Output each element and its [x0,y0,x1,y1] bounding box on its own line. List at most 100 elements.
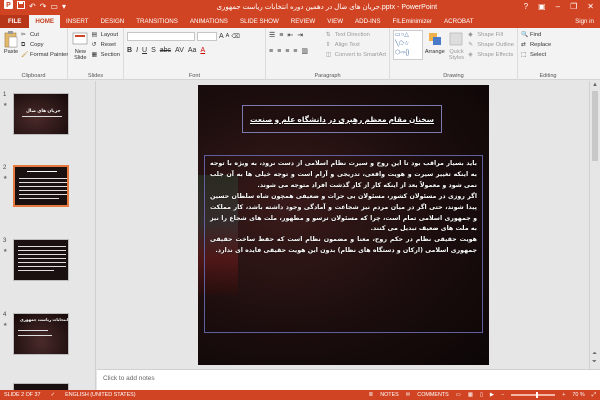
quick-styles-button[interactable]: Quick Styles [447,30,467,61]
close-button[interactable]: ✕ [587,2,594,11]
strikethrough-icon[interactable]: abc [160,47,171,54]
tab-add-ins[interactable]: ADD-INS [349,15,386,28]
notes-pane[interactable]: Click to add notes [97,369,600,390]
find-icon: 🔍 [521,31,529,38]
font-color-icon[interactable]: A [200,47,205,54]
align-left-icon[interactable]: ≡ [269,48,273,55]
ribbon-options-icon[interactable]: ▣ [538,2,546,11]
start-slideshow-icon[interactable]: ▭ [50,0,58,13]
replace-button[interactable]: ⇄ Replace [521,40,575,50]
tab-fileminimizer[interactable]: FILEminimizer [387,15,439,28]
text-direction-button[interactable]: ⇅ Text Direction [326,30,386,40]
new-slide-button[interactable]: New Slide [71,30,90,61]
slide-thumbnails-panel[interactable]: 1 ★ جریان های ضال 2 ★ 3 ★ 4 ★ انتخابات ر… [0,81,96,390]
slides-group: New Slide ▤ Layout ↺ Reset ▦ Section Slides [68,28,124,80]
tab-view[interactable]: VIEW [321,15,349,28]
comments-icon[interactable]: ✉ [406,392,411,398]
convert-smartart-button[interactable]: ◫ Convert to SmartArt [326,50,386,60]
fit-slide-icon[interactable]: ⤢ [592,392,596,399]
shapes-gallery[interactable]: ▭○△ ╲⬠☆ ⬡⇨{} [393,30,423,60]
tab-file[interactable]: FILE [0,15,30,28]
slide-title-placeholder[interactable]: سخنان مقام معظم رهبری در دانشگاه علم و ص… [242,105,442,133]
bold-icon[interactable]: B [127,47,132,54]
layout-button[interactable]: ▤ Layout [92,30,120,40]
decrease-indent-icon[interactable]: ⇤ [287,31,293,39]
copy-button[interactable]: ⧉ Copy [21,40,68,50]
undo-icon[interactable]: ↶ [29,0,36,13]
zoom-level[interactable]: 70 % [572,392,584,398]
vertical-scrollbar[interactable]: ▲ ⏶ ⏷ [589,81,600,369]
tab-design[interactable]: DESIGN [95,15,131,28]
tab-acrobat[interactable]: ACROBAT [438,15,479,28]
arrange-button[interactable]: Arrange [425,30,445,61]
align-text-button[interactable]: ⇕ Align Text [326,40,386,50]
tab-home[interactable]: HOME [29,15,60,28]
quick-access-toolbar: P ↶ ↷ ▭ ▾ [0,0,130,13]
numbering-icon[interactable]: ≡ [279,32,283,39]
font-name-box[interactable] [127,31,195,41]
comments-button[interactable]: COMMENTS [417,392,448,398]
char-spacing-icon[interactable]: AV [175,47,184,54]
current-slide[interactable]: سخنان مقام معظم رهبری در دانشگاه علم و ص… [198,85,489,365]
sign-in-link[interactable]: Sign in [575,15,600,28]
help-button[interactable]: ? [524,2,528,11]
zoom-in-button[interactable]: + [562,392,565,398]
select-button[interactable]: ⬚ Select [521,50,575,60]
bullets-icon[interactable]: ☰ [269,31,275,39]
reading-view-icon[interactable]: ▯ [480,392,483,398]
reset-button[interactable]: ↺ Reset [92,40,120,50]
shrink-font-icon[interactable]: A [226,33,230,39]
increase-indent-icon[interactable]: ⇥ [297,31,303,39]
scrollbar-thumb[interactable] [592,91,598,161]
slide-thumbnail-2[interactable] [13,165,69,207]
slide-thumbnail-4[interactable]: انتخابات ریاست جمهوری [13,313,69,355]
slideshow-view-icon[interactable]: ▶ [490,392,494,398]
align-right-icon[interactable]: ≡ [285,48,289,55]
change-case-icon[interactable]: Aa [188,47,197,54]
clear-formatting-icon[interactable]: ⌫ [231,33,239,40]
notes-toggle-icon[interactable]: ≣ [369,392,374,398]
next-slide-icon[interactable]: ⏷ [592,359,597,366]
language-indicator[interactable]: ENGLISH (UNITED STATES) [65,392,135,398]
slide-thumbnail-3[interactable] [13,239,69,281]
thumb-number-3: 3 [3,238,7,244]
justify-icon[interactable]: ≡ [293,48,297,55]
italic-icon[interactable]: I [136,47,138,54]
spellcheck-icon[interactable]: ✓ [51,392,56,398]
zoom-slider[interactable] [511,392,556,398]
font-size-box[interactable] [197,31,217,41]
tab-animations[interactable]: ANIMATIONS [184,15,234,28]
columns-icon[interactable]: ▥ [301,47,308,55]
section-button[interactable]: ▦ Section [92,50,120,60]
tab-insert[interactable]: INSERT [60,15,95,28]
tab-review[interactable]: REVIEW [285,15,321,28]
redo-icon[interactable]: ↷ [40,0,47,13]
find-button[interactable]: 🔍 Find [521,30,575,40]
slide-thumbnail-1[interactable]: جریان های ضال [13,93,69,135]
save-icon[interactable] [17,0,25,13]
shadow-icon[interactable]: S [151,47,156,54]
align-center-icon[interactable]: ≡ [277,48,281,55]
prev-slide-icon[interactable]: ⏶ [592,351,597,358]
customize-qat-icon[interactable]: ▾ [62,0,66,13]
normal-view-icon[interactable]: ▭ [456,392,461,398]
restore-button[interactable]: ❐ [570,2,577,11]
underline-icon[interactable]: U [142,47,147,54]
shape-outline-button[interactable]: ✎ Shape Outline [468,40,514,50]
tab-transitions[interactable]: TRANSITIONS [130,15,184,28]
minimize-button[interactable]: – [556,2,560,11]
format-painter-button[interactable]: 🖌 Format Painter [21,50,68,60]
shape-fill-button[interactable]: ◆ Shape Fill [468,30,514,40]
notes-toggle-button[interactable]: NOTES [380,392,399,398]
shape-effects-button[interactable]: ◈ Shape Effects [468,50,514,60]
paste-button[interactable]: Paste [3,30,19,60]
app-icon[interactable]: P [4,0,13,13]
zoom-out-button[interactable]: − [501,392,504,398]
slide-thumbnail-5[interactable] [13,383,69,390]
slide-sorter-icon[interactable]: ▦ [468,392,473,398]
tab-slide-show[interactable]: SLIDE SHOW [234,15,285,28]
cut-button[interactable]: ✂ Cut [21,30,68,40]
scroll-up-icon[interactable]: ▲ [592,82,598,88]
grow-font-icon[interactable]: A [219,33,224,40]
slide-body-placeholder[interactable]: باید بسیار مراقب بود تا این روح و سیرت ن… [204,155,483,333]
